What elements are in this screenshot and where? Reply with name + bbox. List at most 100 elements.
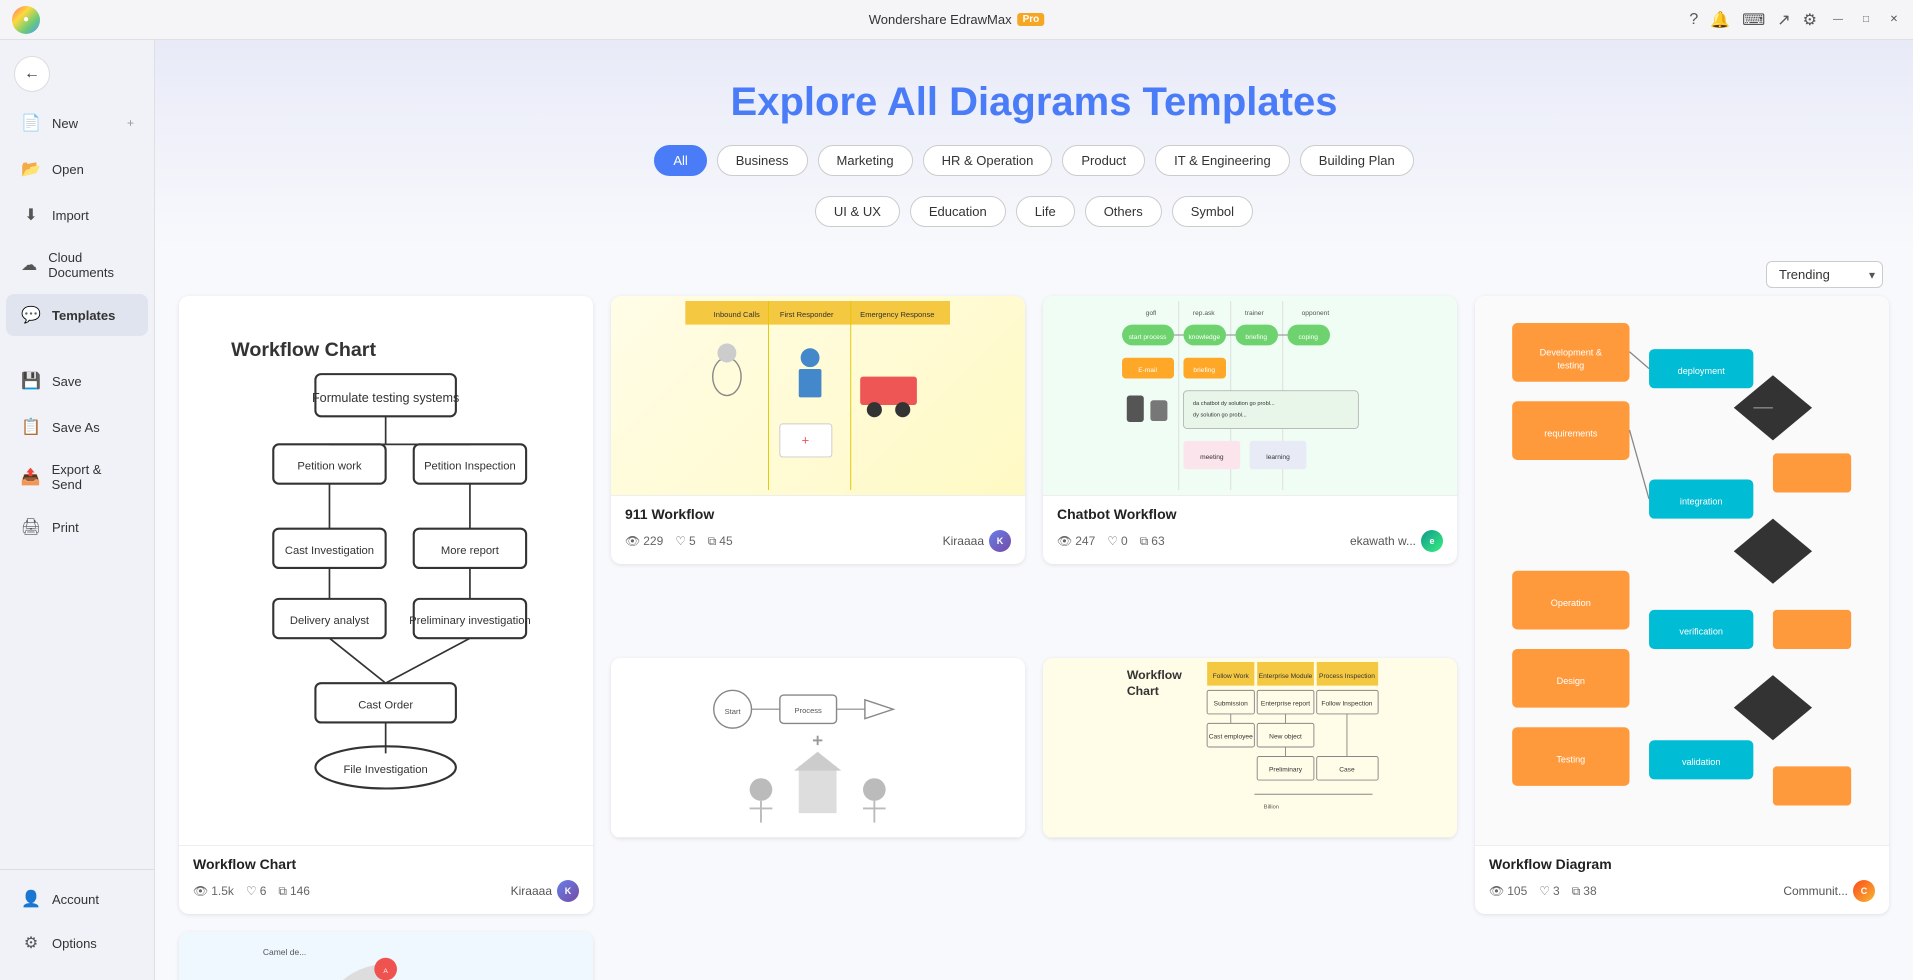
wf6-diagram: Workflow Chart Follow Work Enterprise Mo… — [1053, 662, 1446, 832]
saveas-icon: 📋 — [20, 416, 42, 438]
notification-icon[interactable]: 🔔 — [1710, 10, 1730, 30]
likes-stat: ♡ 5 — [675, 534, 695, 548]
minimize-button[interactable]: — — [1831, 13, 1845, 27]
copies-icon: ⧉ — [708, 534, 717, 549]
sort-wrapper: Trending Newest Most Viewed — [1766, 261, 1883, 288]
filter-tab-all[interactable]: All — [654, 145, 706, 176]
views-count: 105 — [1507, 884, 1527, 898]
template-card-wf1[interactable]: Workflow Chart Formulate testing systems… — [179, 296, 593, 914]
sidebar-item-import[interactable]: ⬇ Import — [6, 194, 148, 236]
template-card-wf6[interactable]: Workflow Chart Follow Work Enterprise Mo… — [1043, 658, 1457, 914]
titlebar-right-icons: ? 🔔 ⌨ ↗ ⚙ — [1689, 10, 1817, 30]
keyboard-icon[interactable]: ⌨ — [1742, 10, 1765, 30]
svg-text:coping: coping — [1299, 334, 1319, 341]
filter-tab-it[interactable]: IT & Engineering — [1155, 145, 1290, 176]
template-card-wf7[interactable]: Camel de... TSAL A... A B C — [179, 932, 593, 980]
window-controls: ? 🔔 ⌨ ↗ ⚙ — □ ✕ — [1689, 10, 1901, 30]
svg-text:knowledge: knowledge — [1189, 334, 1221, 341]
sidebar-item-export[interactable]: 📤 Export & Send — [6, 452, 148, 502]
back-button[interactable]: ← — [14, 56, 50, 92]
svg-text:Preliminary: Preliminary — [1269, 767, 1303, 774]
svg-text:Workflow: Workflow — [1127, 668, 1182, 682]
share-icon[interactable]: ↗ — [1777, 10, 1790, 30]
author-name: Kiraaaa — [511, 884, 552, 898]
help-icon[interactable]: ? — [1689, 11, 1698, 29]
svg-text:Billion: Billion — [1264, 805, 1279, 811]
svg-text:da chatbot dy solution go prob: da chatbot dy solution go probl... — [1193, 401, 1275, 407]
filter-tab-building[interactable]: Building Plan — [1300, 145, 1414, 176]
titlebar-center: Wondershare EdrawMax Pro — [869, 12, 1045, 27]
sidebar-label-options: Options — [52, 936, 97, 951]
sidebar-back: ← — [0, 48, 154, 100]
views-icon: 👁 — [1489, 884, 1504, 898]
filter-tab-education[interactable]: Education — [910, 196, 1006, 227]
card-info-wf2: 911 Workflow 👁 229 ♡ 5 ⧉ — [611, 496, 1025, 564]
copies-stat: ⧉ 38 — [1572, 884, 1597, 899]
sidebar-item-new[interactable]: 📄 New + — [6, 102, 148, 144]
filter-tab-symbol[interactable]: Symbol — [1172, 196, 1253, 227]
sort-select[interactable]: Trending Newest Most Viewed — [1766, 261, 1883, 288]
filter-tab-life[interactable]: Life — [1016, 196, 1075, 227]
svg-text:Camel de...: Camel de... — [263, 947, 306, 957]
sidebar-item-save[interactable]: 💾 Save — [6, 360, 148, 402]
svg-text:rep.ask: rep.ask — [1193, 310, 1215, 317]
sidebar-item-cloud[interactable]: ☁ Cloud Documents — [6, 240, 148, 290]
svg-text:Start: Start — [725, 707, 742, 716]
template-card-wf5[interactable]: Start Process — [611, 658, 1025, 914]
close-button[interactable]: ✕ — [1887, 13, 1901, 27]
svg-text:Process: Process — [795, 706, 822, 715]
filter-tab-others[interactable]: Others — [1085, 196, 1162, 227]
main-content: Explore All Diagrams Templates All Busin… — [155, 40, 1913, 980]
author-name: ekawath w... — [1350, 534, 1416, 548]
new-icon: 📄 — [20, 112, 42, 134]
svg-text:start process: start process — [1129, 334, 1168, 341]
copies-icon: ⧉ — [1140, 534, 1149, 549]
views-icon: 👁 — [193, 884, 208, 898]
sidebar-label-cloud: Cloud Documents — [48, 250, 134, 280]
svg-text:Submission: Submission — [1214, 701, 1248, 708]
views-stat: 👁 105 — [1489, 884, 1527, 898]
svg-text:Enterprise report: Enterprise report — [1261, 701, 1310, 708]
views-count: 247 — [1075, 534, 1095, 548]
card-info-wf4: Workflow Diagram 👁 105 ♡ 3 ⧉ — [1475, 846, 1889, 914]
settings-icon[interactable]: ⚙ — [1803, 10, 1817, 30]
filter-tab-uiux[interactable]: UI & UX — [815, 196, 900, 227]
template-card-wf2[interactable]: Inbound Calls First Responder Emergency … — [611, 296, 1025, 640]
titlebar-left: ● — [12, 6, 40, 34]
filter-tab-marketing[interactable]: Marketing — [818, 145, 913, 176]
card-meta-wf1: 👁 1.5k ♡ 6 ⧉ 146 — [193, 880, 579, 902]
author-wf2: Kiraaaa K — [943, 530, 1011, 552]
templates-icon: 💬 — [20, 304, 42, 326]
sidebar-item-account[interactable]: 👤 Account — [6, 878, 148, 920]
svg-text:Cast Investigation: Cast Investigation — [285, 545, 374, 557]
card-title-wf4: Workflow Diagram — [1489, 856, 1875, 872]
maximize-button[interactable]: □ — [1859, 13, 1873, 27]
filter-tab-hr[interactable]: HR & Operation — [923, 145, 1053, 176]
sidebar-item-open[interactable]: 📂 Open — [6, 148, 148, 190]
svg-text:briefing: briefing — [1246, 334, 1268, 341]
sidebar-item-saveas[interactable]: 📋 Save As — [6, 406, 148, 448]
sidebar-item-print[interactable]: 🖨 Print — [6, 506, 148, 548]
template-card-wf4[interactable]: Development & testing requirements Opera… — [1475, 296, 1889, 914]
title-plain: Explore — [731, 80, 887, 124]
page-title: Explore All Diagrams Templates — [175, 80, 1893, 125]
filter-tab-product[interactable]: Product — [1062, 145, 1145, 176]
likes-stat: ♡ 6 — [246, 884, 266, 898]
svg-text:Case: Case — [1340, 767, 1356, 774]
svg-text:Formulate testing systems: Formulate testing systems — [312, 391, 459, 405]
sidebar-item-options[interactable]: ⚙ Options — [6, 922, 148, 964]
sidebar-item-templates[interactable]: 💬 Templates — [6, 294, 148, 336]
svg-text:Chart: Chart — [1127, 685, 1159, 699]
svg-text:opponent: opponent — [1302, 310, 1330, 317]
svg-text:New object: New object — [1270, 734, 1303, 741]
template-card-wf3[interactable]: gofl rep.ask trainer opponent start proc… — [1043, 296, 1457, 640]
copies-icon: ⧉ — [278, 884, 287, 899]
svg-text:File Investigation: File Investigation — [344, 764, 428, 776]
sidebar-label-print: Print — [52, 520, 79, 535]
likes-count: 3 — [1553, 884, 1560, 898]
template-grid: Workflow Chart Formulate testing systems… — [155, 296, 1913, 980]
filter-tab-business[interactable]: Business — [717, 145, 808, 176]
copies-stat: ⧉ 146 — [278, 884, 310, 899]
svg-text:Design: Design — [1557, 676, 1585, 686]
author-avatar-wf3: e — [1421, 530, 1443, 552]
